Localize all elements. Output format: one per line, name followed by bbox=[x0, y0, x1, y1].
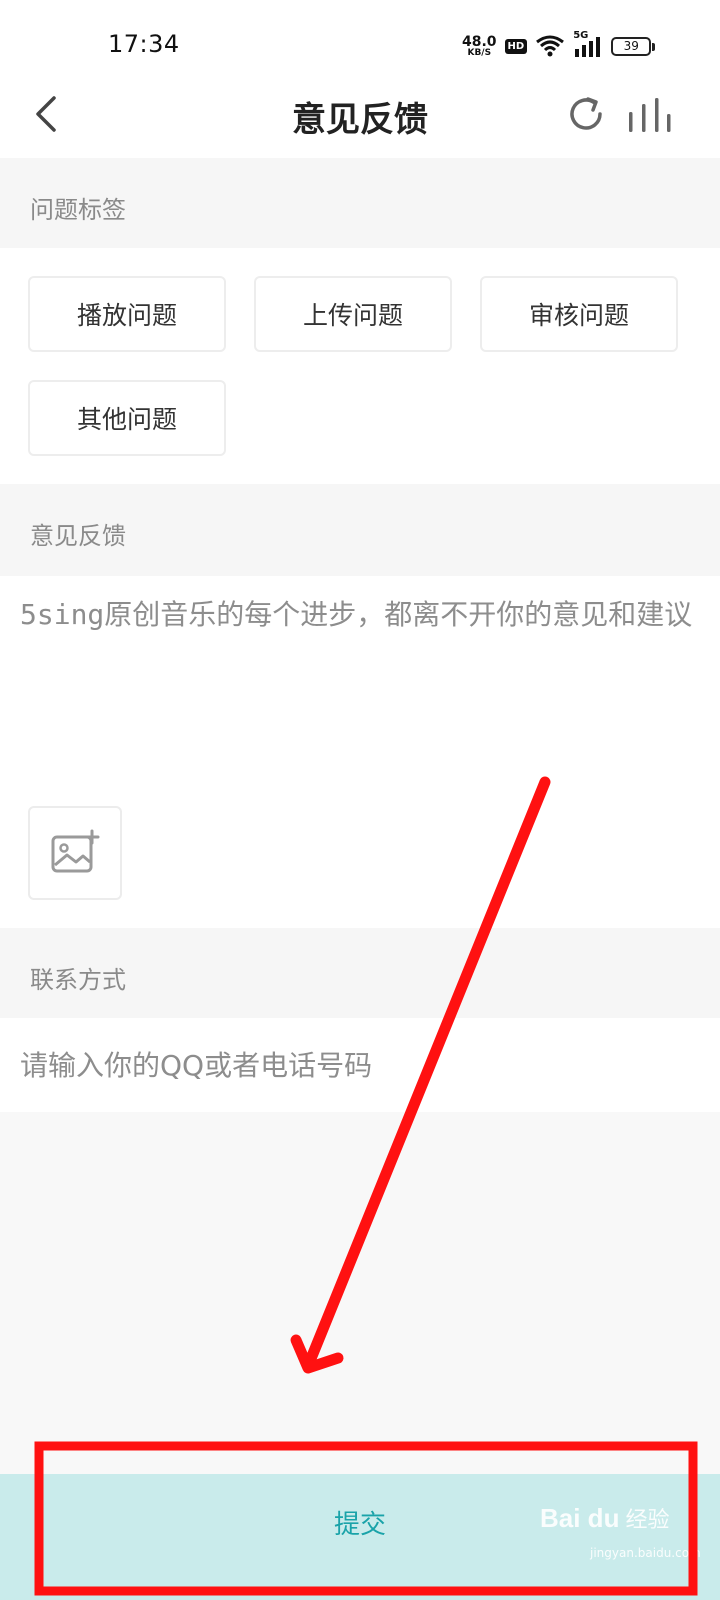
feedback-textarea[interactable]: 5sing原创音乐的每个进步，都离不开你的意见和建议 bbox=[20, 594, 700, 636]
network-speed-unit: KB/S bbox=[467, 47, 492, 58]
tag-other-problem[interactable]: 其他问题 bbox=[28, 380, 226, 456]
equalizer-icon[interactable] bbox=[626, 96, 672, 134]
cellular-signal: 5G bbox=[573, 30, 603, 59]
tag-review-problem[interactable]: 审核问题 bbox=[480, 276, 678, 352]
network-speed-value: 48.0 bbox=[462, 33, 497, 50]
annotation-arrow-head bbox=[290, 1334, 344, 1374]
add-image-button[interactable] bbox=[28, 806, 122, 900]
contact-section-title: 联系方式 bbox=[30, 966, 126, 994]
status-icons: 48.0 KB/S HD 5G 39 bbox=[462, 30, 656, 62]
tag-playback-problem[interactable]: 播放问题 bbox=[28, 276, 226, 352]
feedback-section-title: 意见反馈 bbox=[30, 522, 126, 550]
wifi-icon bbox=[536, 35, 565, 57]
watermark-text: 经验 bbox=[625, 1508, 670, 1533]
contact-section-header: 联系方式 bbox=[0, 928, 720, 1018]
tag-upload-problem[interactable]: 上传问题 bbox=[254, 276, 452, 352]
battery-level: 39 bbox=[623, 39, 639, 53]
refresh-icon[interactable] bbox=[566, 94, 606, 134]
battery-icon: 39 bbox=[611, 36, 656, 56]
contact-area: 请输入你的QQ或者电话号码 bbox=[0, 1018, 720, 1112]
watermark-logo: Bai du bbox=[540, 1502, 620, 1533]
add-image-icon bbox=[51, 829, 100, 873]
contact-input[interactable]: 请输入你的QQ或者电话号码 bbox=[20, 1044, 700, 1084]
tags-section-title: 问题标签 bbox=[30, 196, 126, 224]
watermark-url: jingyan.baidu.com bbox=[590, 1546, 701, 1560]
hd-badge: HD bbox=[504, 38, 528, 54]
feedback-section-header: 意见反馈 bbox=[0, 484, 720, 576]
page-title: 意见反馈 bbox=[292, 100, 428, 140]
baidu-watermark: Bai du 经验 bbox=[540, 1488, 700, 1548]
network-speed: 48.0 KB/S bbox=[462, 35, 497, 58]
nav-bar: 意见反馈 bbox=[0, 70, 720, 158]
feedback-area: 5sing原创音乐的每个进步，都离不开你的意见和建议 bbox=[0, 576, 720, 928]
signal-label: 5G bbox=[573, 30, 589, 41]
tags-area: 播放问题 上传问题 审核问题 其他问题 bbox=[0, 248, 720, 484]
status-time: 17:34 bbox=[108, 30, 180, 58]
tags-section-header: 问题标签 bbox=[0, 158, 720, 248]
